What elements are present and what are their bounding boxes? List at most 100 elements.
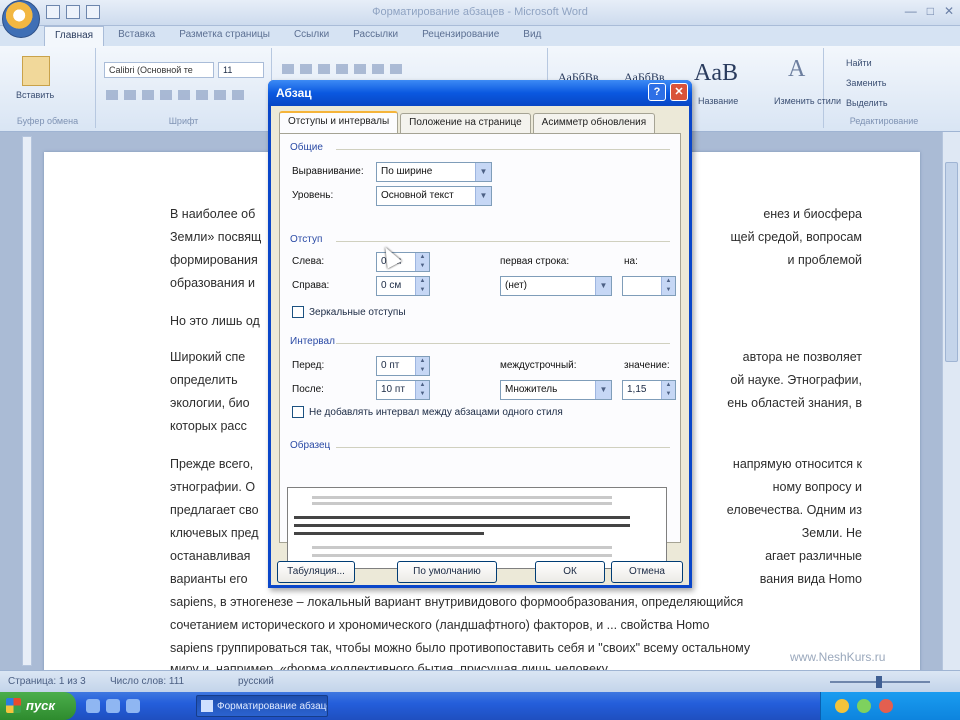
mirror-indents-checkbox[interactable]: Зеркальные отступы [292,306,406,318]
tab-references[interactable]: Ссылки [284,26,339,46]
word-count[interactable]: Число слов: 111 [110,676,184,687]
increase-indent-icon[interactable] [354,64,366,74]
pilcrow-icon[interactable] [390,64,402,74]
replace-button[interactable]: Заменить [846,78,886,88]
paste-icon[interactable] [22,56,50,86]
page-indicator[interactable]: Страница: 1 из 3 [8,676,86,687]
tab-indents-spacing[interactable]: Отступы и интервалы [279,111,399,133]
ok-button[interactable]: ОК [535,561,605,583]
numbering-icon[interactable] [300,64,312,74]
cancel-button[interactable]: Отмена [611,561,683,583]
multilevel-icon[interactable] [318,64,330,74]
zoom-slider-knob[interactable] [876,676,882,688]
tray-icon[interactable] [857,699,871,713]
tab-page-layout[interactable]: Разметка страницы [169,26,280,46]
no-space-same-style-checkbox[interactable]: Не добавлять интервал между абзацами одн… [292,406,563,418]
tabs-button[interactable]: Табуляция... [277,561,355,583]
tab-insert[interactable]: Вставка [108,26,165,46]
paste-button[interactable]: Вставить [16,90,54,100]
chevron-down-icon[interactable]: ▼ [595,277,611,295]
media-icon[interactable] [126,699,140,713]
dialog-tabs: Отступы и интервалы Положение на страниц… [279,111,656,133]
tab-view[interactable]: Вид [513,26,551,46]
general-legend: Общие [290,142,323,153]
space-before-spinner[interactable]: 0 пт ▲ ▼ [376,356,430,376]
indent-right-spinner[interactable]: 0 см ▲ ▼ [376,276,430,296]
checkbox-box[interactable] [292,306,304,318]
space-after-spinner[interactable]: 10 пт ▲ ▼ [376,380,430,400]
alignment-select[interactable]: По ширине ▼ [376,162,492,182]
bold-icon[interactable] [106,90,118,100]
change-case-icon[interactable] [214,90,226,100]
close-icon[interactable]: ✕ [670,83,688,101]
taskbar-item-word[interactable]: Форматирование абзацев [196,695,328,717]
strikethrough-icon[interactable] [160,90,172,100]
bullets-icon[interactable] [282,64,294,74]
spinner-arrows-icon[interactable]: ▲ ▼ [415,357,429,375]
save-icon[interactable] [46,5,60,19]
spinner-arrows-icon[interactable]: ▲ ▼ [415,253,429,271]
chevron-down-icon[interactable]: ▼ [475,163,491,181]
chevron-down-icon[interactable]: ▼ [475,187,491,205]
spinner-arrows-icon[interactable]: ▲ ▼ [661,277,675,295]
indent-legend: Отступ [290,234,323,245]
spinner-arrows-icon[interactable]: ▲ ▼ [661,381,675,399]
font-size-combo[interactable]: 11 [218,62,264,78]
tab-review[interactable]: Рецензирование [412,26,509,46]
text-line: ному вопросу и [772,480,862,494]
level-select[interactable]: Основной текст ▼ [376,186,492,206]
font-name-combo[interactable]: Calibri (Основной те [104,62,214,78]
tab-line-page-breaks[interactable]: Положение на странице [400,113,531,133]
decrease-indent-icon[interactable] [336,64,348,74]
spinner-arrows-icon[interactable]: ▲ ▼ [415,381,429,399]
paragraph-6: миру и, например, «форма коллективного б… [170,660,860,670]
find-button[interactable]: Найти [846,58,872,68]
scroll-thumb[interactable] [945,162,958,362]
tray-icon[interactable] [879,699,893,713]
sort-icon[interactable] [372,64,384,74]
help-icon[interactable]: ? [648,83,666,101]
subscript-icon[interactable] [178,90,190,100]
word-icon [201,700,213,712]
desktop-icon[interactable] [86,699,100,713]
highlight-icon[interactable] [232,90,244,100]
mirror-indents-label: Зеркальные отступы [309,306,406,318]
tab-mailings[interactable]: Рассылки [343,26,408,46]
start-button[interactable]: пуск [0,692,76,720]
line-spacing-at-spinner[interactable]: 1,15 ▲ ▼ [622,380,676,400]
close-icon[interactable]: ✕ [944,4,954,18]
undo-icon[interactable] [66,5,80,19]
first-line-select[interactable]: (нет) ▼ [500,276,612,296]
language-indicator[interactable]: русский [238,676,274,687]
indent-by-spinner[interactable]: ▲ ▼ [622,276,676,296]
vertical-scrollbar[interactable] [942,132,960,670]
minimize-icon[interactable]: — [905,4,917,18]
tab-asian-typography[interactable]: Асимметр обновления [532,113,656,133]
set-default-button[interactable]: По умолчанию [397,561,497,583]
spinner-arrows-icon[interactable]: ▲ ▼ [415,277,429,295]
redo-icon[interactable] [86,5,100,19]
chevron-down-icon[interactable]: ▼ [595,381,611,399]
office-button[interactable] [2,0,40,38]
paragraph-1-right: енез и биосфера щей средой, вопросам и п… [682,203,862,272]
change-styles-icon[interactable]: A [788,56,805,83]
line-spacing-select[interactable]: Множитель ▼ [500,380,612,400]
line-spacing-at-label: значение: [624,360,670,371]
text-line: sapiens группироваться так, чтобы можно … [170,641,751,655]
line-spacing-value: Множитель [505,384,558,395]
first-line-label: первая строка: [500,256,570,267]
select-button[interactable]: Выделить [846,98,888,108]
style-title[interactable]: AaB [694,60,738,87]
underline-icon[interactable] [142,90,154,100]
checkbox-box[interactable] [292,406,304,418]
text-line: Земли. Не [801,526,862,540]
superscript-icon[interactable] [196,90,208,100]
space-before-value: 0 пт [381,360,400,371]
tab-home[interactable]: Главная [44,26,105,46]
italic-icon[interactable] [124,90,136,100]
tray-icon[interactable] [835,699,849,713]
divider [336,241,670,242]
browser-icon[interactable] [106,699,120,713]
maximize-icon[interactable]: □ [927,4,934,18]
text-line: sapiens, в этногенезе – локальный вариан… [170,595,744,609]
